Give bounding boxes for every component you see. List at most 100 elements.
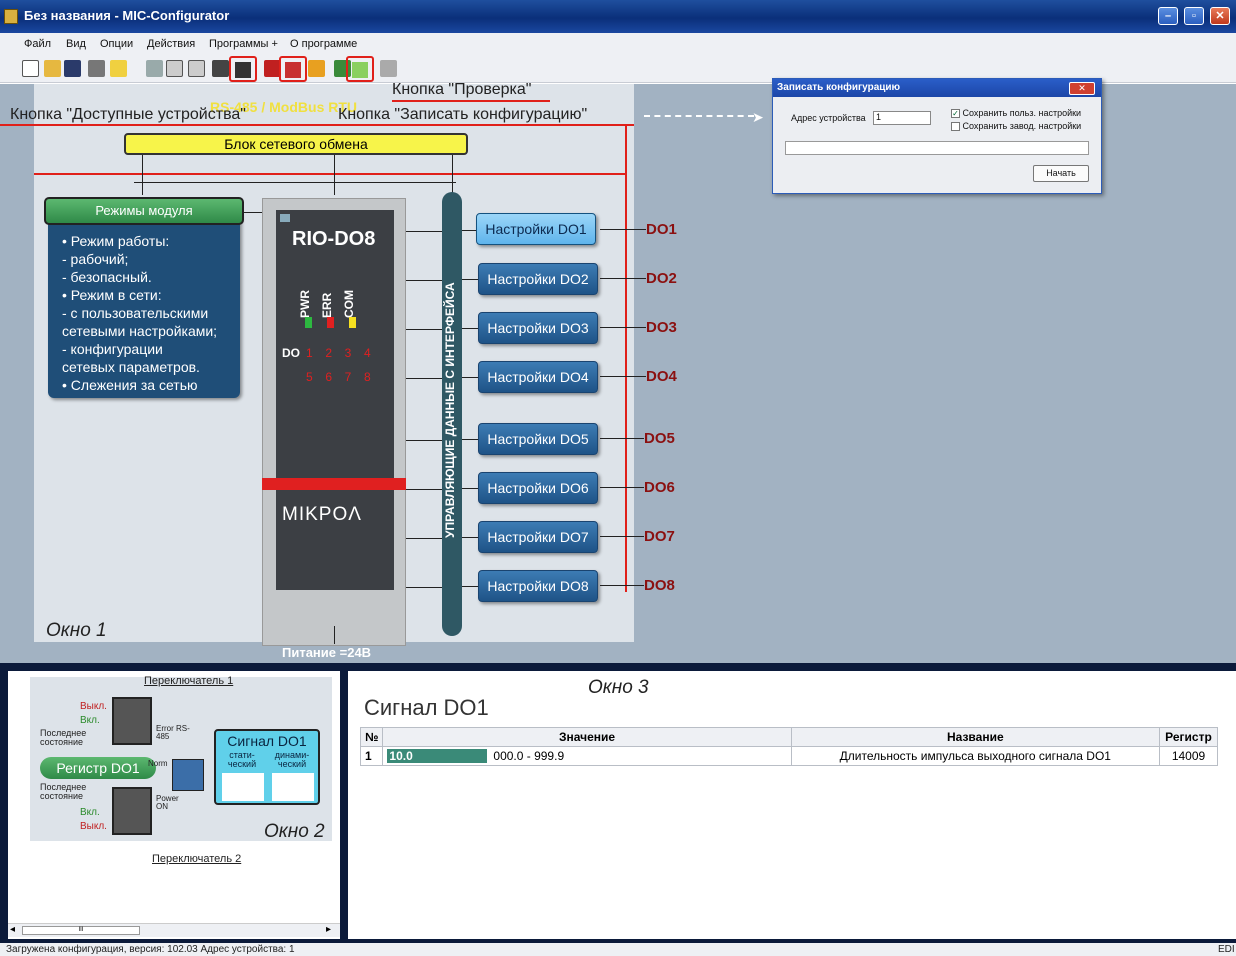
modes-button[interactable]: Режимы модуля (44, 197, 244, 225)
do5-settings-button[interactable]: Настройки DO5 (478, 423, 598, 455)
arrow-line (462, 279, 478, 280)
open-folder-icon[interactable] (44, 60, 61, 77)
name-cell: Длительность импульса выходного сигнала … (790, 746, 1161, 766)
save-icon[interactable] (64, 60, 81, 77)
window1-label: Окно 1 (46, 620, 107, 641)
dialog-close-button[interactable]: ✕ (1069, 82, 1095, 95)
menu-options[interactable]: Опции (100, 38, 133, 50)
modes-line: • Режим в сети: (62, 287, 162, 303)
tools-icon[interactable] (146, 60, 163, 77)
maximize-button[interactable]: ▫ (1184, 7, 1204, 25)
col-number: № (359, 727, 384, 747)
help-icon[interactable] (110, 60, 127, 77)
led-err (327, 317, 334, 328)
value-input[interactable]: 10.0 (387, 749, 488, 763)
do6-settings-button[interactable]: Настройки DO6 (478, 472, 598, 504)
menu-view[interactable]: Вид (66, 38, 86, 50)
do4-settings-button[interactable]: Настройки DO4 (478, 361, 598, 393)
power-label: Питание =24В (282, 645, 372, 660)
close-button[interactable]: ✕ (1210, 7, 1230, 25)
connect-icon[interactable] (212, 60, 229, 77)
address-label: Адрес устройства (791, 113, 866, 123)
modes-line: - с пользовательскими (62, 305, 209, 321)
document-icon[interactable] (166, 60, 183, 77)
menu-programs[interactable]: Программы + (209, 38, 278, 50)
annotation-underline (0, 124, 634, 126)
progress-bar (785, 141, 1089, 155)
do2-output: DO2 (646, 270, 677, 287)
chart-icon[interactable] (380, 60, 397, 77)
menu-file[interactable]: Файл (24, 38, 51, 50)
error-label: Error RS-485 (156, 724, 190, 741)
scroll-right-icon[interactable]: ▸ (326, 924, 331, 935)
bus-red-line (34, 173, 626, 175)
register-do1[interactable]: Регистр DO1 (40, 757, 156, 779)
scroll-left-icon[interactable]: ◂ (10, 924, 15, 935)
address-input[interactable]: 1 (873, 111, 931, 125)
do3-settings-button[interactable]: Настройки DO3 (478, 312, 598, 344)
menu-actions[interactable]: Действия (147, 38, 195, 50)
print-icon[interactable] (88, 60, 105, 77)
write-config-button[interactable] (279, 56, 307, 82)
window2-label: Окно 2 (264, 821, 325, 842)
modes-line: - безопасный. (62, 269, 152, 285)
available-devices-button[interactable] (229, 56, 257, 82)
arrow-line (406, 329, 442, 330)
app-icon (4, 9, 18, 24)
window3-label: Окно 3 (588, 677, 649, 698)
switch1-block (112, 697, 152, 745)
device-logo-icon (280, 214, 290, 222)
monitor-icon[interactable] (308, 60, 325, 77)
control-bus-label: УПРАВЛЯЮЩИЕ ДАННЫЕ С ИНТЕРФЕЙСА (443, 282, 457, 538)
start-button[interactable]: Начать (1033, 165, 1089, 182)
do8-settings-button[interactable]: Настройки DO8 (478, 570, 598, 602)
horizontal-scrollbar[interactable]: ◂ III ▸ (8, 923, 340, 937)
signal-do1-block[interactable]: Сигнал DO1 стати-ческий динами-ческий (214, 729, 320, 805)
status-text: Загружена конфигурация, версия: 102.03 А… (6, 944, 295, 955)
parameters-table: № Значение Название Регистр 1 10.0 000.0 … (359, 727, 1218, 766)
network-block: Блок сетевого обмена (124, 133, 468, 155)
connector-line (334, 155, 335, 195)
scroll-thumb[interactable]: III (22, 926, 140, 935)
new-file-icon[interactable] (22, 60, 39, 77)
arrow-line (406, 538, 442, 539)
row-number: 1 (359, 746, 384, 766)
minimize-button[interactable]: – (1158, 7, 1178, 25)
value-range: 000.0 - 999.9 (493, 749, 565, 763)
annotation-line (392, 100, 550, 102)
bus-line (134, 182, 456, 183)
do1-output: DO1 (646, 221, 677, 238)
do1-settings-button[interactable]: Настройки DO1 (476, 213, 596, 245)
arrow-line (462, 586, 478, 587)
save-user-checkbox[interactable]: ✓ Сохранить польз. настройки (951, 108, 1081, 119)
arrow-line (462, 377, 478, 378)
do-indicators-row1: 1 2 3 4 (306, 346, 373, 360)
write-config-icon (285, 62, 301, 78)
arrow-line (406, 489, 442, 490)
do-indicator-label: DO (282, 346, 300, 360)
do2-settings-button[interactable]: Настройки DO2 (478, 263, 598, 295)
dynamic-signal-icon (272, 773, 314, 801)
modes-panel: • Режим работы: - рабочий; - безопасный.… (48, 210, 240, 398)
window2-pane: Переключатель 1 Выкл. Вкл. Последнее сос… (8, 671, 340, 939)
check-button[interactable] (346, 56, 374, 82)
window-icon[interactable] (188, 60, 205, 77)
switch2-label: Переключатель 2 (152, 853, 242, 865)
output-line (600, 585, 644, 586)
menu-about[interactable]: О программе (290, 38, 357, 50)
dashed-arrow (644, 115, 754, 117)
switch1-label: Переключатель 1 (144, 675, 234, 687)
device-red-strip (262, 478, 406, 490)
register-cell: 14009 (1159, 746, 1218, 766)
static-label: стати-ческий (227, 750, 257, 769)
write-config-dialog: Записать конфигурацию ✕ Адрес устройства… (772, 78, 1102, 194)
arrow-line (406, 587, 442, 588)
value-cell[interactable]: 10.0 000.0 - 999.9 (382, 746, 792, 766)
dynamic-label: динами-ческий (274, 750, 310, 769)
save-factory-checkbox[interactable]: Сохранить завод. настройки (951, 121, 1081, 132)
do7-settings-button[interactable]: Настройки DO7 (478, 521, 598, 553)
signal-heading: Сигнал DO1 (364, 695, 489, 720)
output-line (600, 376, 646, 377)
power-on-label: Power ON (156, 794, 179, 811)
table-row[interactable]: 1 10.0 000.0 - 999.9 Длительность импульс… (359, 746, 1218, 766)
